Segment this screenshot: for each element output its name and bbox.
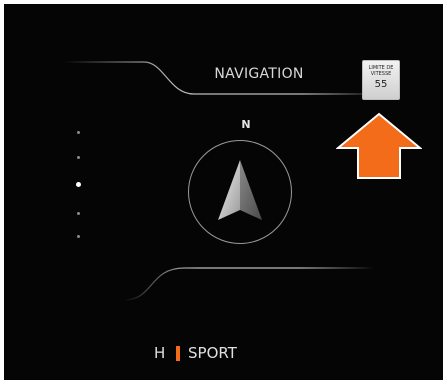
instrument-cluster-display: NAVIGATION N LIMITE DE VITESSE 55 H SPOR… [4, 4, 443, 380]
bottom-frame-line [123, 267, 374, 301]
speed-limit-value: 55 [374, 79, 388, 90]
navigation-arrow-icon [218, 160, 262, 220]
drive-mode-label: SPORT [188, 344, 237, 362]
page-dot-1[interactable] [77, 131, 80, 134]
gear-label: H [154, 344, 166, 362]
compass-north-label: N [241, 118, 251, 131]
navigation-title: NAVIGATION [214, 66, 304, 82]
page-dot-3-active[interactable] [76, 182, 81, 187]
mode-accent-bar [176, 346, 180, 361]
page-dot-4[interactable] [77, 212, 80, 215]
page-dot-5[interactable] [77, 235, 80, 238]
up-arrow-icon [336, 112, 422, 179]
page-dot-2[interactable] [77, 156, 80, 159]
drive-mode-indicator: H SPORT [154, 344, 294, 364]
speed-limit-caption: LIMITE DE VITESSE [368, 65, 394, 77]
speed-limit-sign: LIMITE DE VITESSE 55 [362, 60, 400, 100]
